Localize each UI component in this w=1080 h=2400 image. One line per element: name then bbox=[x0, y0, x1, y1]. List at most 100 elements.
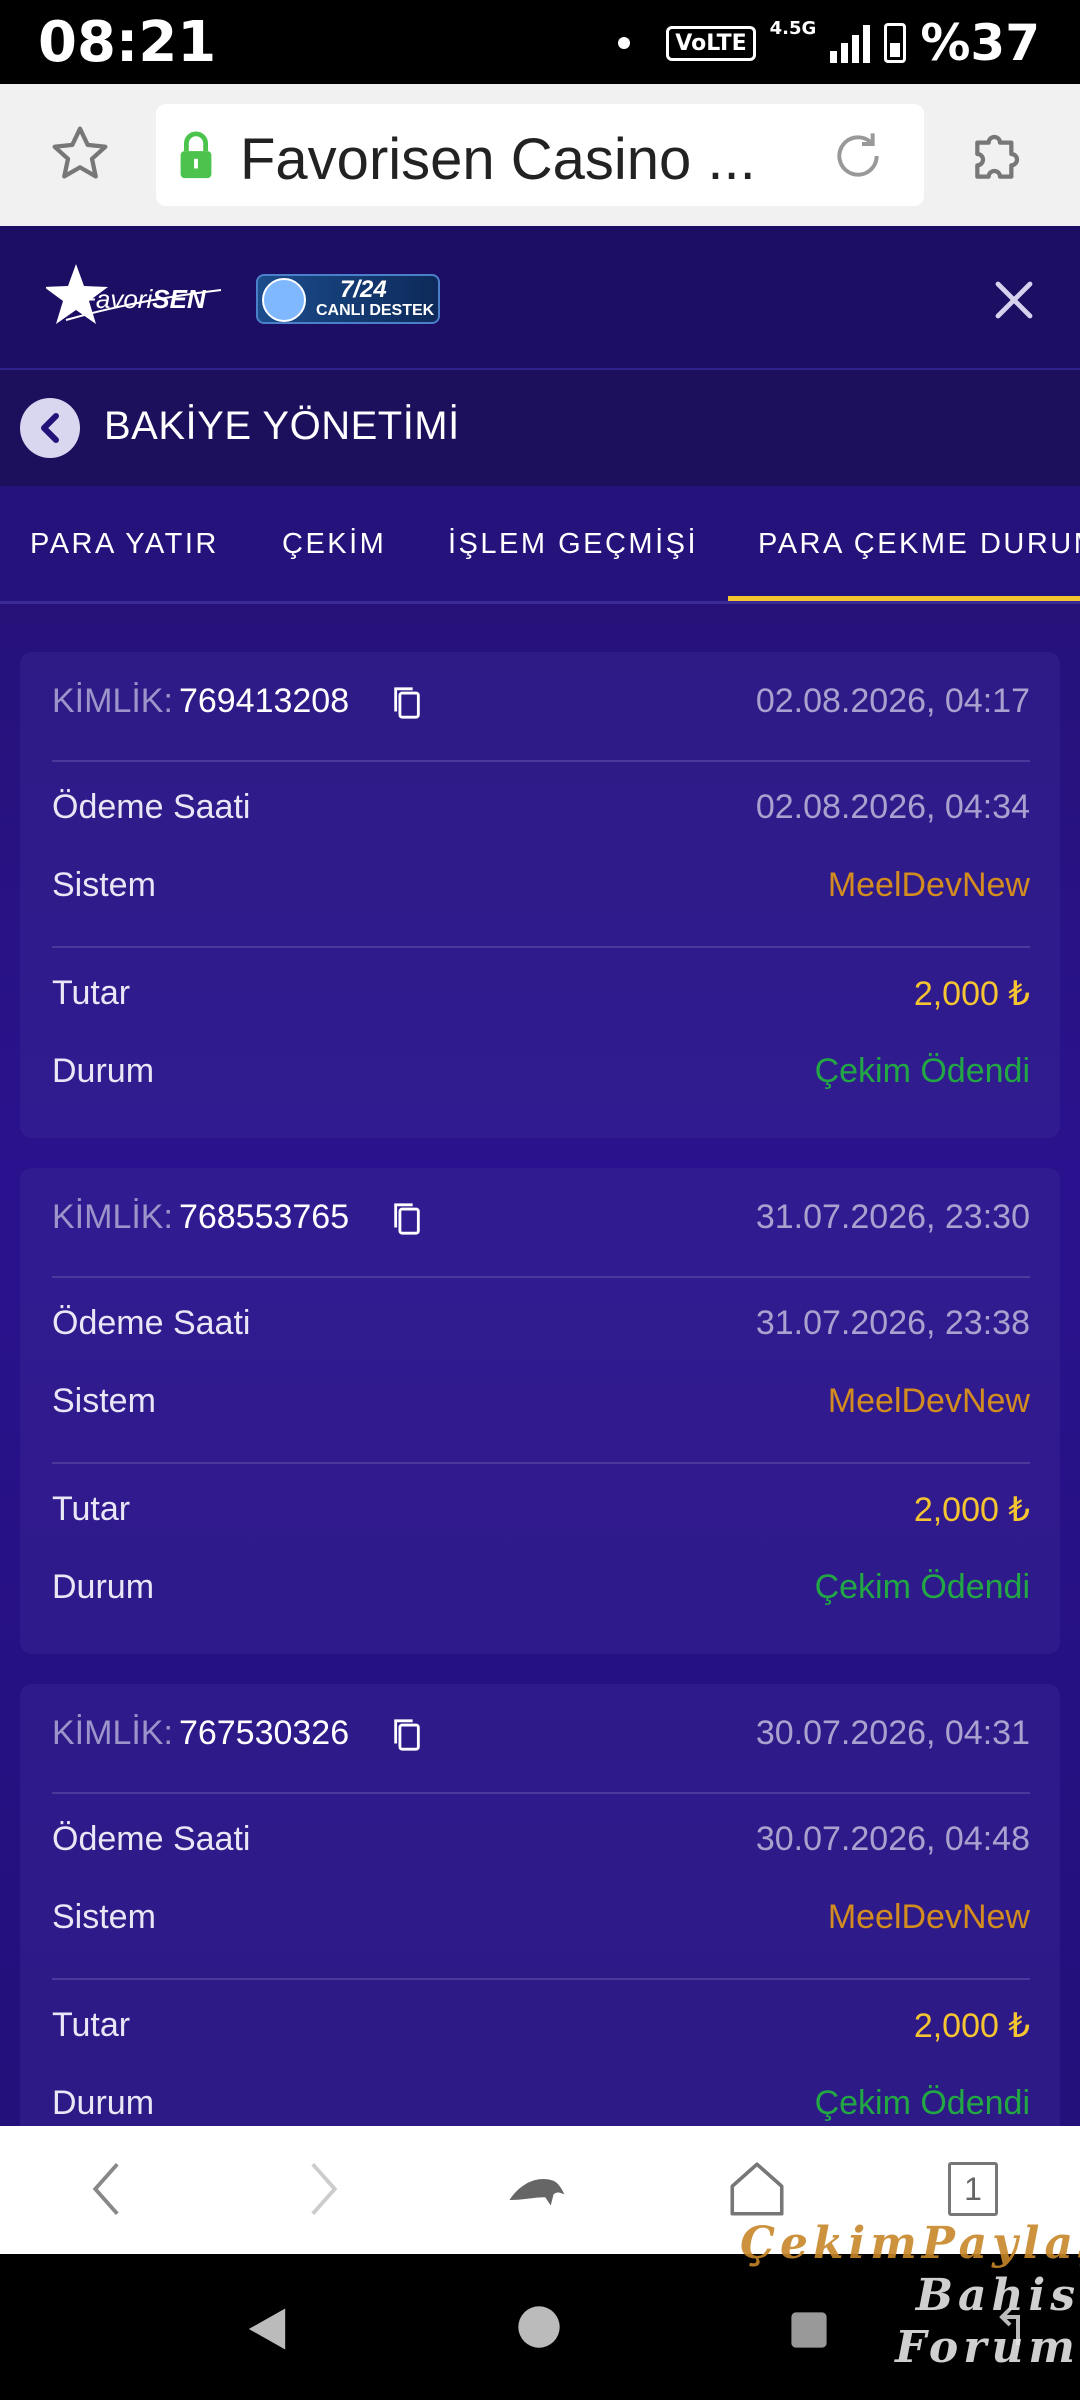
signal-icon bbox=[830, 23, 871, 63]
nav-home-circle-icon[interactable] bbox=[516, 2304, 562, 2350]
watermark-line-2: Bahis Forum bbox=[895, 2270, 1080, 2373]
battery-percent: %37 bbox=[920, 14, 1040, 72]
url-bar[interactable]: Favorisen Casino ... bbox=[156, 104, 924, 206]
support-label: CANLI DESTEK bbox=[316, 302, 435, 319]
status-time: 08:21 bbox=[38, 10, 217, 75]
paid-at-label: Ödeme Saati bbox=[52, 1820, 251, 1858]
divider bbox=[52, 1462, 1030, 1464]
reload-icon[interactable] bbox=[826, 124, 890, 188]
paid-at-row: Ödeme Saati 31.07.2026, 23:38 bbox=[52, 1304, 1030, 1354]
logo-wordmark: FavoriSEN bbox=[80, 284, 206, 315]
network-type: 4.5G bbox=[769, 18, 817, 39]
paid-at-row: Ödeme Saati 02.08.2026, 04:34 bbox=[52, 788, 1030, 838]
url-title: Favorisen Casino ... bbox=[240, 127, 756, 192]
logo-text-sen: SEN bbox=[152, 284, 206, 314]
amount-row: Tutar 2,000 ₺ bbox=[52, 1490, 1030, 1540]
system-row: Sistem MeelDevNew bbox=[52, 1382, 1030, 1432]
status-label: Durum bbox=[52, 2084, 155, 2122]
live-support-badge[interactable]: 7/24 CANLI DESTEK bbox=[256, 274, 440, 324]
system-label: Sistem bbox=[52, 1898, 156, 1936]
amount-row: Tutar 2,000 ₺ bbox=[52, 974, 1030, 1024]
divider bbox=[52, 1792, 1030, 1794]
divider bbox=[52, 946, 1030, 948]
amount-label: Tutar bbox=[52, 2006, 131, 2044]
page-title: BAKİYE YÖNETİMİ bbox=[104, 404, 460, 448]
tab-bar: PARA YATIR ÇEKİM İŞLEM GEÇMİŞİ PARA ÇEKM… bbox=[0, 486, 1080, 604]
paid-at-value: 02.08.2026, 04:34 bbox=[755, 788, 1030, 826]
amount-value: 2,000 ₺ bbox=[913, 2007, 1030, 2045]
system-row: Sistem MeelDevNew bbox=[52, 1898, 1030, 1948]
status-row: Durum Çekim Ödendi bbox=[52, 1568, 1030, 1618]
withdrawal-card: KİMLİK: 769413208 02.08.2026, 04:17 Ödeme… bbox=[20, 652, 1060, 1138]
transaction-id: 768553765 bbox=[178, 1198, 350, 1236]
site-header: FavoriSEN 7/24 CANLI DESTEK bbox=[0, 226, 1080, 370]
support-time: 7/24 bbox=[340, 276, 387, 303]
status-row: Durum Çekim Ödendi bbox=[52, 1052, 1030, 1102]
watermark: ÇekimPaylaş Bahis Forum bbox=[740, 2218, 1080, 2374]
created-date: 31.07.2026, 23:30 bbox=[755, 1198, 1030, 1236]
paid-at-row: Ödeme Saati 30.07.2026, 04:48 bbox=[52, 1820, 1030, 1870]
amount-value: 2,000 ₺ bbox=[913, 975, 1030, 1013]
lock-icon bbox=[180, 131, 212, 179]
close-icon[interactable] bbox=[990, 276, 1038, 324]
system-value: MeelDevNew bbox=[827, 1898, 1030, 1936]
back-arrow-icon[interactable] bbox=[76, 2156, 142, 2222]
tab-cekim[interactable]: ÇEKİM bbox=[282, 528, 386, 561]
chevron-left-icon bbox=[41, 413, 59, 443]
bookmark-star-icon[interactable] bbox=[48, 122, 112, 186]
forward-arrow-icon[interactable] bbox=[288, 2156, 354, 2222]
site-content: FavoriSEN 7/24 CANLI DESTEK BAKİYE YÖNET… bbox=[0, 226, 1080, 2126]
active-tab-indicator bbox=[728, 596, 1080, 601]
battery-icon bbox=[884, 23, 907, 63]
system-value: MeelDevNew bbox=[827, 1382, 1030, 1420]
divider bbox=[52, 1276, 1030, 1278]
system-row: Sistem MeelDevNew bbox=[52, 866, 1030, 916]
support-avatar-icon bbox=[262, 278, 306, 322]
status-label: Durum bbox=[52, 1052, 155, 1090]
paid-at-value: 31.07.2026, 23:38 bbox=[755, 1304, 1030, 1342]
created-date: 02.08.2026, 04:17 bbox=[755, 682, 1030, 720]
card-header-row: KİMLİK: 769413208 02.08.2026, 04:17 bbox=[52, 682, 1030, 732]
page-header: BAKİYE YÖNETİMİ bbox=[0, 370, 1080, 486]
kimlik-field: KİMLİK: 767530326 bbox=[52, 1714, 349, 1753]
status-label: Durum bbox=[52, 1568, 155, 1606]
status-value: Çekim Ödendi bbox=[814, 1568, 1030, 1606]
copy-icon[interactable] bbox=[390, 1200, 424, 1238]
created-date: 30.07.2026, 04:31 bbox=[755, 1714, 1030, 1752]
extensions-icon[interactable] bbox=[966, 120, 1034, 188]
amount-row: Tutar 2,000 ₺ bbox=[52, 2006, 1030, 2056]
kimlik-label: KİMLİK: bbox=[52, 682, 173, 720]
paid-at-label: Ödeme Saati bbox=[52, 1304, 251, 1342]
divider bbox=[52, 760, 1030, 762]
withdrawal-card: KİMLİK: 768553765 31.07.2026, 23:30 Ödeme… bbox=[20, 1168, 1060, 1654]
status-value: Çekim Ödendi bbox=[814, 1052, 1030, 1090]
system-value: MeelDevNew bbox=[827, 866, 1030, 904]
volte-icon: VoLTE bbox=[666, 25, 756, 61]
browser-toolbar: Favorisen Casino ... bbox=[0, 84, 1080, 226]
amount-label: Tutar bbox=[52, 974, 131, 1012]
tab-para-yatir[interactable]: PARA YATIR bbox=[30, 528, 219, 561]
paid-at-label: Ödeme Saati bbox=[52, 788, 251, 826]
transaction-id: 769413208 bbox=[178, 682, 350, 720]
status-bar: 08:21 VoLTE 4.5G %37 bbox=[0, 0, 1080, 84]
notification-dot-icon bbox=[618, 37, 631, 49]
tabs-count-button[interactable]: 1 bbox=[948, 2162, 998, 2216]
watermark-line-1: ÇekimPaylaş bbox=[740, 2218, 1080, 2269]
card-header-row: KİMLİK: 768553765 31.07.2026, 23:30 bbox=[52, 1198, 1030, 1248]
tab-islem-gecmisi[interactable]: İŞLEM GEÇMİŞİ bbox=[448, 528, 698, 561]
back-button[interactable] bbox=[20, 398, 80, 458]
nav-back-triangle-icon[interactable] bbox=[244, 2304, 290, 2354]
kimlik-field: KİMLİK: 768553765 bbox=[52, 1198, 349, 1237]
amount-label: Tutar bbox=[52, 1490, 131, 1528]
dolphin-icon[interactable] bbox=[504, 2156, 570, 2222]
kimlik-field: KİMLİK: 769413208 bbox=[52, 682, 349, 721]
copy-icon[interactable] bbox=[390, 684, 424, 722]
tab-para-cekme-durumu[interactable]: PARA ÇEKME DURUMU bbox=[758, 528, 1080, 561]
status-row: Durum Çekim Ödendi bbox=[52, 2084, 1030, 2126]
copy-icon[interactable] bbox=[390, 1716, 424, 1754]
home-icon[interactable] bbox=[724, 2156, 790, 2222]
transaction-id: 767530326 bbox=[178, 1714, 350, 1752]
logo-text-favori: Favori bbox=[80, 284, 153, 314]
withdrawal-card: KİMLİK: 767530326 30.07.2026, 04:31 Ödeme… bbox=[20, 1684, 1060, 2126]
card-header-row: KİMLİK: 767530326 30.07.2026, 04:31 bbox=[52, 1714, 1030, 1764]
